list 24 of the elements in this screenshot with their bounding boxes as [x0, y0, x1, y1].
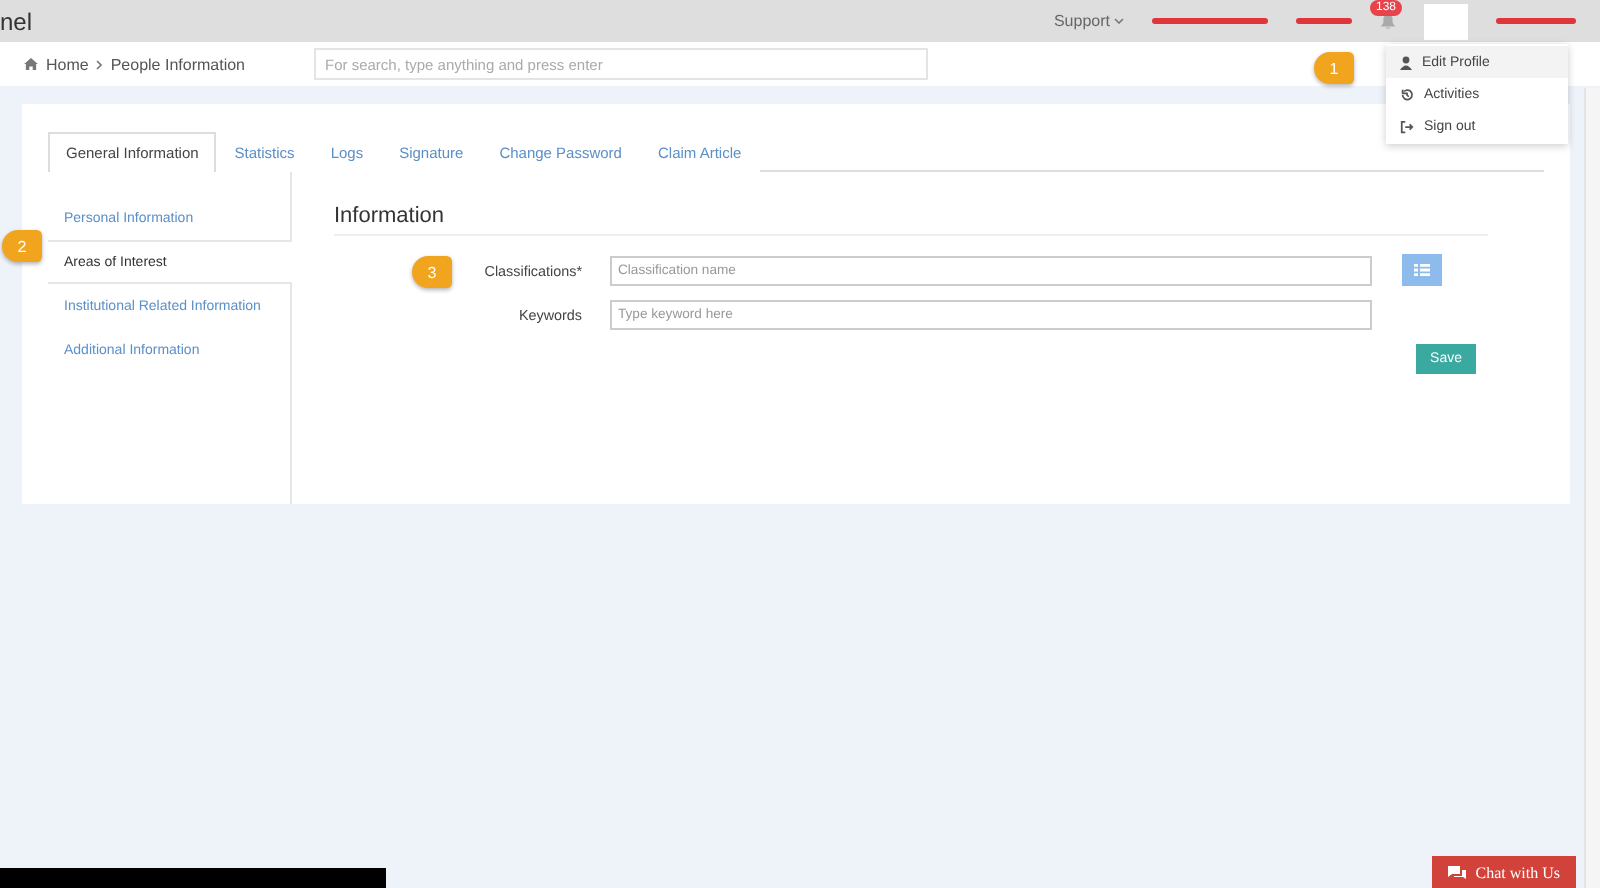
callout-marker: 3 — [412, 256, 452, 288]
redacted-mark — [1152, 18, 1268, 24]
brand-name: nel — [0, 7, 35, 35]
callout-marker: 1 — [1314, 52, 1354, 84]
redacted-mark — [1496, 18, 1576, 24]
redacted-mark — [1296, 18, 1352, 24]
avatar-placeholder[interactable] — [1424, 3, 1468, 39]
breadcrumb-link[interactable]: Home — [46, 55, 89, 73]
history-icon — [1400, 87, 1414, 101]
scrollbar[interactable] — [1584, 88, 1600, 888]
home-icon — [24, 58, 38, 70]
user-icon — [1400, 55, 1412, 69]
chevron-icon — [96, 59, 103, 69]
support-menu[interactable]: Support — [1053, 12, 1110, 30]
breadcrumb-current: People Information — [110, 55, 245, 73]
bell-icon[interactable] — [1380, 12, 1396, 30]
caret-icon — [1114, 18, 1124, 24]
list-button[interactable] — [1402, 254, 1442, 286]
callout-marker: 2 — [2, 230, 42, 262]
section-title: Information — [334, 204, 1488, 236]
chat-icon — [1447, 865, 1466, 879]
list-icon — [1414, 264, 1430, 276]
sign-out-icon — [1400, 119, 1414, 133]
chat-button[interactable]: Chat with Us — [1431, 856, 1576, 888]
